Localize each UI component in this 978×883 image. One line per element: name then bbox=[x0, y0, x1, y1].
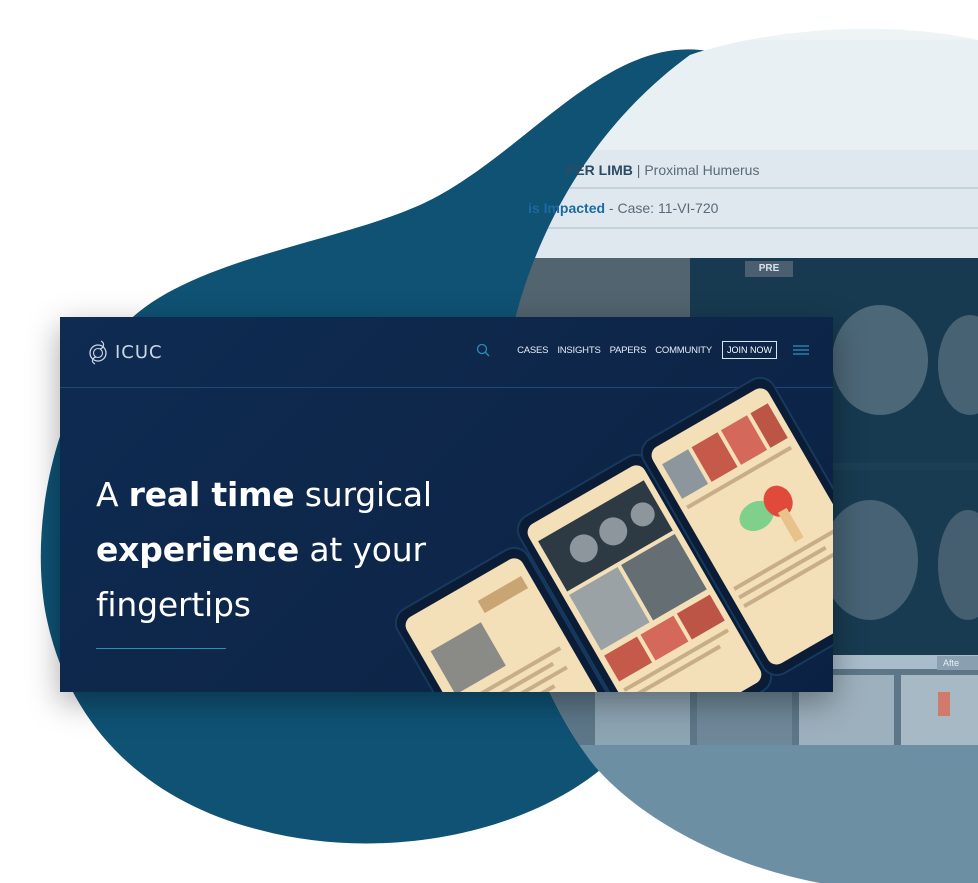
case-classification: is Impacted bbox=[528, 200, 606, 216]
case-separator: - bbox=[608, 200, 614, 216]
case-breadcrumb: PER LIMB | Proximal Humerus bbox=[566, 162, 759, 178]
phone-mockups-illustration bbox=[394, 376, 833, 692]
breadcrumb-region: Proximal Humerus bbox=[644, 162, 760, 178]
case-id: Case: 11-VI-720 bbox=[617, 200, 719, 216]
after-label: Afte bbox=[937, 656, 978, 670]
case-title: is Impacted - Case: 11-VI-720 bbox=[528, 200, 718, 216]
pre-label: PRE bbox=[745, 261, 793, 277]
website-mockup: ICUC CASES INSIGHTS PAPERS COMMUNITY JOI… bbox=[60, 317, 833, 692]
breadcrumb-separator: | bbox=[636, 162, 641, 178]
breadcrumb-section: PER LIMB bbox=[566, 162, 633, 178]
